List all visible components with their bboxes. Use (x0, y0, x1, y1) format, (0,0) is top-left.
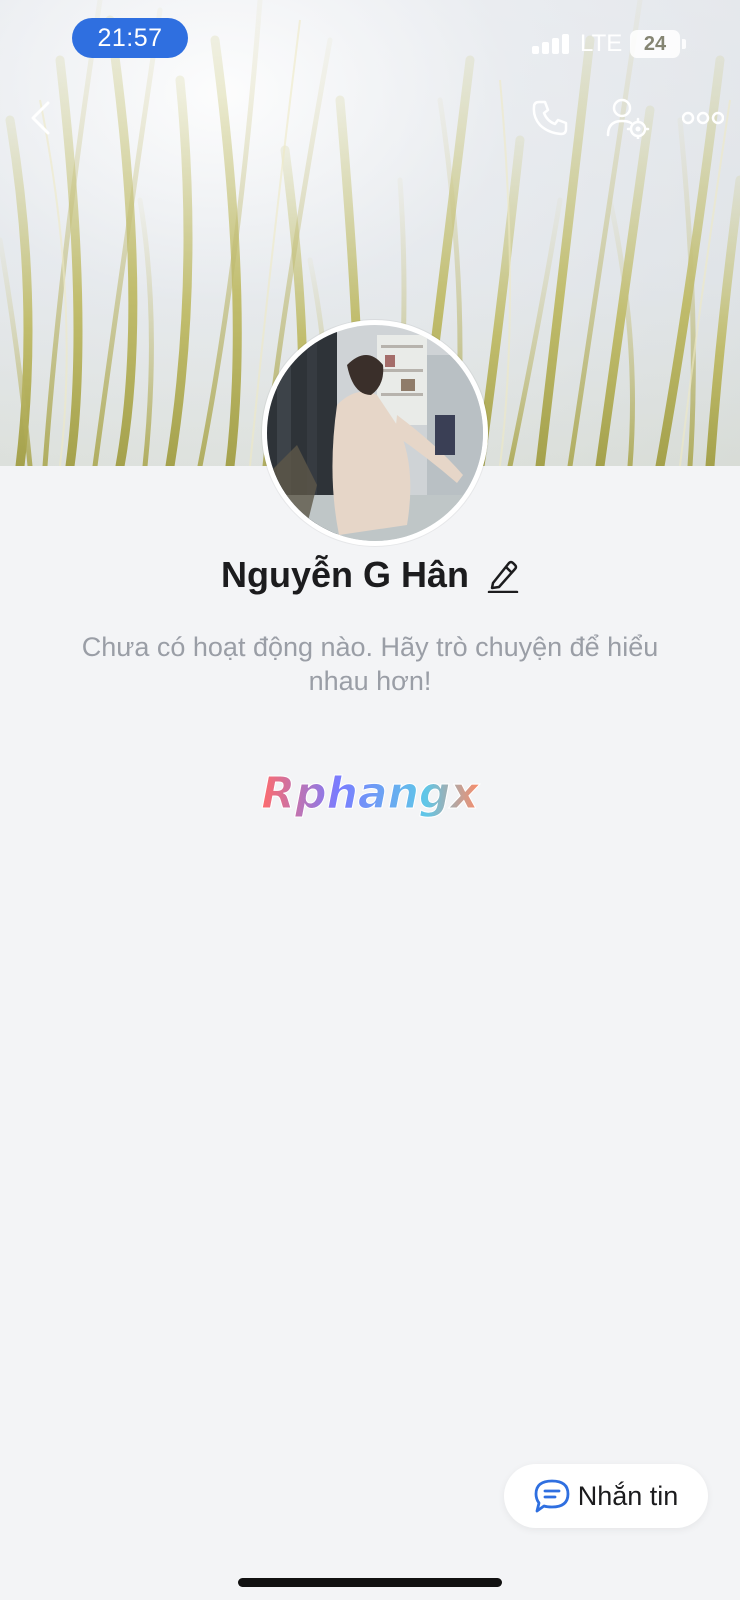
call-button[interactable] (528, 96, 572, 140)
chat-bubble-icon (534, 1479, 570, 1513)
back-button[interactable] (18, 96, 62, 140)
status-bar: 21:57 LTE 24 (0, 0, 740, 80)
back-icon (31, 101, 50, 135)
watermark-logo: Rphangx (261, 768, 481, 820)
edit-icon[interactable] (487, 557, 519, 593)
phone-icon (532, 100, 568, 136)
watermark-text: Rphangx (261, 768, 480, 819)
person-settings-icon (606, 98, 650, 139)
battery-level: 24 (630, 30, 680, 58)
profile-settings-button[interactable] (604, 96, 652, 140)
message-button[interactable]: Nhắn tin (504, 1464, 708, 1528)
status-time: 21:57 (72, 18, 188, 58)
more-button[interactable] (678, 96, 728, 140)
avatar-photo (267, 325, 483, 541)
battery-tip (682, 39, 686, 49)
signal-icon (532, 34, 569, 54)
network-type: LTE (580, 30, 623, 57)
activity-placeholder-text: Chưa có hoạt động nào. Hãy trò chuyện để… (81, 632, 659, 696)
message-button-label: Nhắn tin (577, 1480, 679, 1511)
avatar[interactable] (262, 320, 488, 546)
more-icon (682, 111, 724, 125)
home-indicator[interactable] (238, 1578, 502, 1587)
profile-name-row: Nguyễn G Hân (0, 550, 740, 600)
profile-name: Nguyễn G Hân (220, 554, 470, 595)
